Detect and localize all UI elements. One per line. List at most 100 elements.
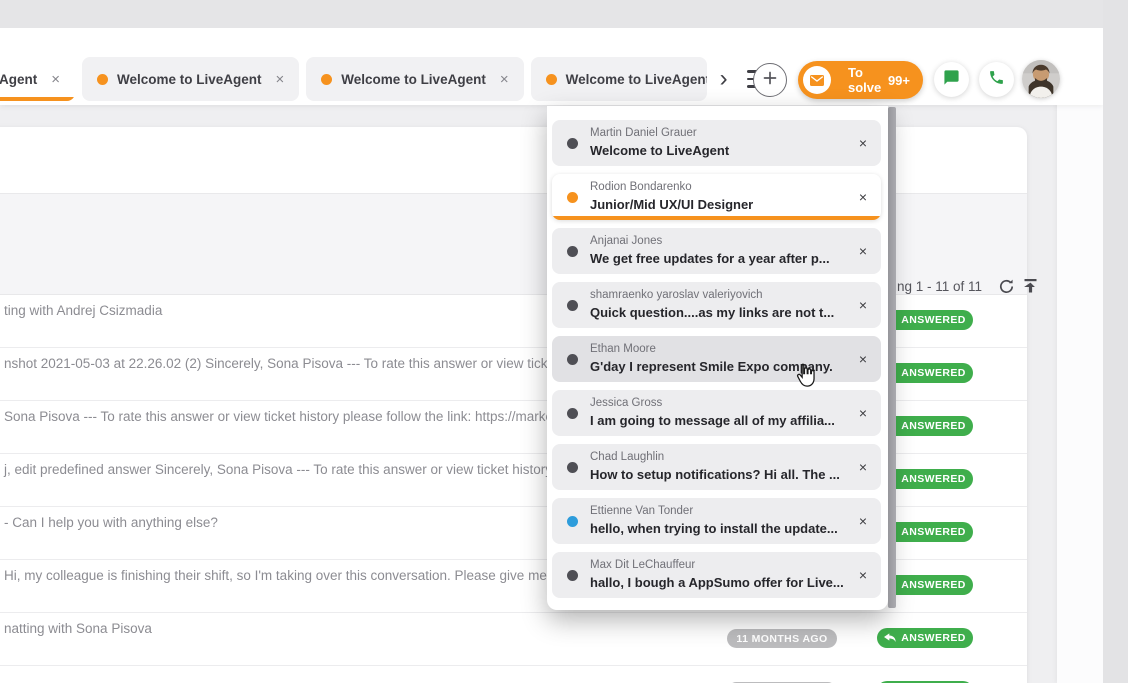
open-conversation-item[interactable]: Ethan Moore G'day I represent Smile Expo… [552, 336, 881, 382]
conversation-text: Rodion Bondarenko Junior/Mid UX/UI Desig… [590, 181, 753, 212]
conversation-subject: Quick question....as my links are not t.… [590, 305, 834, 321]
conversation-text: Max Dit LeChauffeur hallo, I bough a App… [590, 559, 844, 590]
ticket-preview-text: j, edit predefined answer Sincerely, Son… [4, 462, 581, 477]
conversation-contact-name: Rodion Bondarenko [590, 181, 753, 195]
tab-label: Welcome to LiveAgent [341, 72, 486, 87]
conversation-text: Anjanai Jones We get free updates for a … [590, 235, 830, 266]
showing-count-label: ng 1 - 11 of 11 [897, 279, 982, 294]
conversation-contact-name: Ettienne Van Tonder [590, 505, 838, 519]
tab-close-icon[interactable]: × [276, 71, 285, 88]
ticket-preview-text: natting with Sona Pisova [4, 621, 152, 636]
ticket-status-label: ANSWERED [901, 632, 965, 644]
conversation-close-icon[interactable]: × [859, 459, 867, 475]
window-top-strip [0, 0, 1128, 28]
conversation-text: Ethan Moore G'day I represent Smile Expo… [590, 343, 833, 374]
conversation-status-dot-icon [567, 570, 578, 581]
ticket-status-label: ANSWERED [901, 367, 965, 379]
conversation-contact-name: shamraenko yaroslav valeriyovich [590, 289, 834, 303]
conversation-status-dot-icon [567, 300, 578, 311]
desktop-edge [1103, 0, 1128, 683]
conversation-contact-name: Chad Laughlin [590, 451, 840, 465]
conversation-text: Ettienne Van Tonder hello, when trying t… [590, 505, 838, 536]
tab-label: Agent [0, 72, 37, 87]
conversation-status-dot-icon [567, 408, 578, 419]
open-conversation-item[interactable]: Rodion Bondarenko Junior/Mid UX/UI Desig… [552, 174, 881, 220]
conversation-subject: We get free updates for a year after p..… [590, 251, 830, 267]
ticket-time-badge: 11 MONTHS AGO [727, 629, 837, 648]
conversation-close-icon[interactable]: × [859, 135, 867, 151]
tab-close-icon[interactable]: × [500, 71, 509, 88]
tab-message-dot-icon [321, 74, 332, 85]
ticket-status-label: ANSWERED [901, 314, 965, 326]
conversation-close-icon[interactable]: × [859, 189, 867, 205]
ticket-row[interactable]: 12 MONTHS AGO ANSWERED [0, 666, 1027, 683]
conversation-subject: hello, when trying to install the update… [590, 521, 838, 537]
open-conversation-item[interactable]: Max Dit LeChauffeur hallo, I bough a App… [552, 552, 881, 598]
app-root: ng 1 - 11 of 11 tus ting with Andrej Csi… [0, 0, 1128, 683]
conversation-contact-name: Jessica Gross [590, 397, 835, 411]
tab-message-dot-icon [546, 74, 557, 85]
browser-style-tab[interactable]: Welcome to LiveAgent × [82, 57, 299, 101]
tab-label: Welcome to LiveAgent [566, 72, 707, 87]
conversation-status-dot-icon [567, 138, 578, 149]
conversation-close-icon[interactable]: × [859, 513, 867, 529]
tab-close-icon[interactable]: × [51, 71, 60, 88]
tab-message-dot-icon [97, 74, 108, 85]
ticket-preview-text: ting with Andrej Csizmadia [4, 303, 162, 318]
conversation-subject: I am going to message all of my affilia.… [590, 413, 835, 429]
ticket-status-label: ANSWERED [901, 473, 965, 485]
conversation-text: Martin Daniel Grauer Welcome to LiveAgen… [590, 127, 729, 158]
browser-style-tab[interactable]: Welcome to LiveAgent × [306, 57, 523, 101]
to-solve-label: To solve [848, 65, 888, 95]
conversation-close-icon[interactable]: × [859, 351, 867, 367]
conversation-status-dot-icon [567, 462, 578, 473]
open-conversation-item[interactable]: Ettienne Van Tonder hello, when trying t… [552, 498, 881, 544]
conversation-close-icon[interactable]: × [859, 567, 867, 583]
conversation-status-dot-icon [567, 246, 578, 257]
open-conversation-item[interactable]: Martin Daniel Grauer Welcome to LiveAgen… [552, 120, 881, 166]
chat-bubble-icon [943, 69, 960, 91]
ticket-preview-text: - Can I help you with anything else? [4, 515, 218, 530]
conversation-close-icon[interactable]: × [859, 243, 867, 259]
browser-style-tab[interactable]: Agent × [0, 57, 75, 101]
to-solve-count: 99+ [888, 73, 910, 88]
conversation-status-dot-icon [567, 192, 578, 203]
conversation-subject: G'day I represent Smile Expo company. [590, 359, 833, 375]
right-background-panel [1057, 28, 1103, 683]
add-icon [762, 70, 778, 91]
browser-style-tab[interactable]: Welcome to LiveAgent [531, 57, 707, 101]
open-conversation-item[interactable]: Anjanai Jones We get free updates for a … [552, 228, 881, 274]
to-solve-button[interactable]: To solve 99+ [798, 61, 923, 99]
ticket-status-label: ANSWERED [901, 420, 965, 432]
chat-button[interactable] [934, 62, 969, 97]
envelope-icon [803, 66, 831, 94]
open-tabs-dropdown: Martin Daniel Grauer Welcome to LiveAgen… [547, 106, 888, 610]
ticket-row[interactable]: natting with Sona Pisova 11 MONTHS AGO A… [0, 613, 1027, 666]
ticket-preview-text: Hi, my colleague is finishing their shif… [4, 568, 573, 583]
phone-icon [988, 69, 1005, 91]
ticket-status-label: ANSWERED [901, 526, 965, 538]
overflow-chevron-icon[interactable]: › [720, 67, 728, 91]
tab-bar: Agent × Welcome to LiveAgent × Welcome t… [0, 57, 768, 101]
conversation-contact-name: Martin Daniel Grauer [590, 127, 729, 141]
conversation-close-icon[interactable]: × [859, 405, 867, 421]
dropdown-scrollbar[interactable] [888, 107, 896, 608]
conversation-status-dot-icon [567, 354, 578, 365]
open-conversation-item[interactable]: Chad Laughlin How to setup notifications… [552, 444, 881, 490]
user-avatar[interactable] [1022, 60, 1060, 98]
conversation-contact-name: Max Dit LeChauffeur [590, 559, 844, 573]
conversation-contact-name: Anjanai Jones [590, 235, 830, 249]
conversation-text: Jessica Gross I am going to message all … [590, 397, 835, 428]
conversation-text: Chad Laughlin How to setup notifications… [590, 451, 840, 482]
conversation-subject: Welcome to LiveAgent [590, 143, 729, 159]
open-conversation-item[interactable]: Jessica Gross I am going to message all … [552, 390, 881, 436]
add-new-button[interactable] [753, 63, 787, 97]
open-conversation-item[interactable]: shamraenko yaroslav valeriyovich Quick q… [552, 282, 881, 328]
phone-button[interactable] [979, 62, 1014, 97]
conversation-close-icon[interactable]: × [859, 297, 867, 313]
header-bar: Agent × Welcome to LiveAgent × Welcome t… [0, 28, 1103, 105]
ticket-status-label: ANSWERED [901, 579, 965, 591]
conversation-subject: Junior/Mid UX/UI Designer [590, 197, 753, 213]
ticket-status-badge: ANSWERED [877, 628, 973, 648]
tab-label: Welcome to LiveAgent [117, 72, 262, 87]
